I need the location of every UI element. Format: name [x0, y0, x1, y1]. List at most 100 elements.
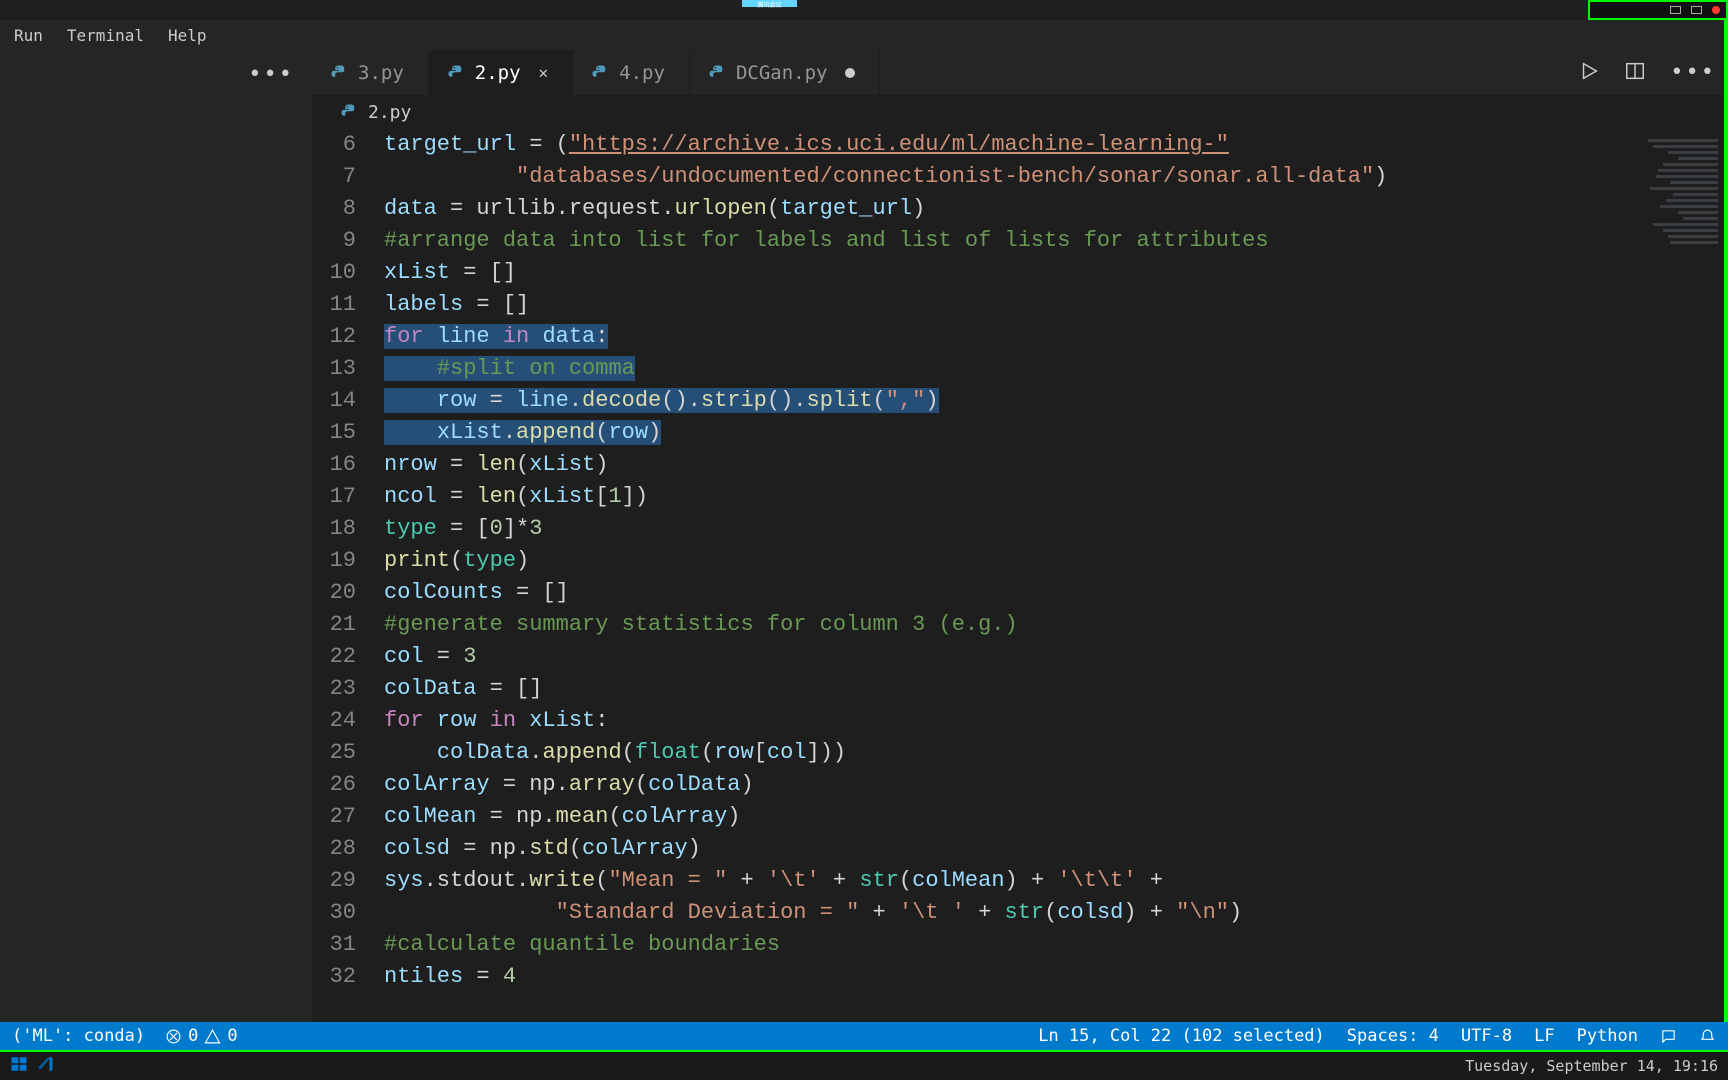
vscode-app-icon[interactable] — [36, 1055, 54, 1077]
code-line[interactable]: 9#arrange data into list for labels and … — [312, 225, 1628, 257]
sidebar-more-icon[interactable]: ••• — [248, 62, 294, 87]
code-line[interactable]: 7 "databases/undocumented/connectionist-… — [312, 161, 1628, 193]
code-line[interactable]: 8data = urllib.request.urlopen(target_ur… — [312, 193, 1628, 225]
feedback-icon[interactable] — [1660, 1028, 1677, 1045]
code-line[interactable]: 20colCounts = [] — [312, 577, 1628, 609]
code-line[interactable]: 28colsd = np.std(colArray) — [312, 833, 1628, 865]
problems-indicator[interactable]: 0 0 — [165, 1026, 238, 1046]
line-number: 27 — [312, 801, 384, 833]
menu-run[interactable]: Run — [2, 26, 55, 45]
editor-tab-dcgan[interactable]: DCGan.py — [690, 50, 881, 95]
minimize-icon[interactable] — [1670, 6, 1681, 14]
code-line[interactable]: 26colArray = np.array(colData) — [312, 769, 1628, 801]
line-number: 13 — [312, 353, 384, 385]
code-line[interactable]: 16nrow = len(xList) — [312, 449, 1628, 481]
close-icon[interactable] — [1712, 6, 1720, 14]
code-content[interactable]: data = urllib.request.urlopen(target_url… — [384, 193, 1628, 225]
code-content[interactable]: #calculate quantile boundaries — [384, 929, 1628, 961]
editor-tab-3py[interactable]: 3.py — [312, 50, 429, 95]
code-content[interactable]: row = line.decode().strip().split(",") — [384, 385, 1628, 417]
code-line[interactable]: 27colMean = np.mean(colArray) — [312, 801, 1628, 833]
code-line[interactable]: 25 colData.append(float(row[col])) — [312, 737, 1628, 769]
tab-close-icon[interactable]: ✕ — [539, 63, 549, 82]
breadcrumb[interactable]: 2.py — [312, 95, 1728, 129]
code-content[interactable]: xList.append(row) — [384, 417, 1628, 449]
code-line[interactable]: 13 #split on comma — [312, 353, 1628, 385]
breadcrumb-file: 2.py — [368, 102, 411, 123]
line-number: 25 — [312, 737, 384, 769]
line-number: 12 — [312, 321, 384, 353]
line-number: 31 — [312, 929, 384, 961]
code-line[interactable]: 12for line in data: — [312, 321, 1628, 353]
menu-terminal[interactable]: Terminal — [55, 26, 156, 45]
code-line[interactable]: 22col = 3 — [312, 641, 1628, 673]
code-line[interactable]: 10xList = [] — [312, 257, 1628, 289]
indentation[interactable]: Spaces: 4 — [1347, 1026, 1439, 1046]
code-content[interactable]: colMean = np.mean(colArray) — [384, 801, 1628, 833]
code-line[interactable]: 6target_url = ("https://archive.ics.uci.… — [312, 129, 1628, 161]
code-content[interactable]: ncol = len(xList[1]) — [384, 481, 1628, 513]
tab-label: 2.py — [475, 62, 521, 84]
line-number: 24 — [312, 705, 384, 737]
code-content[interactable]: labels = [] — [384, 289, 1628, 321]
code-content[interactable]: colData = [] — [384, 673, 1628, 705]
menu-help[interactable]: Help — [156, 26, 219, 45]
editor-tab-4py[interactable]: 4.py — [573, 50, 690, 95]
code-content[interactable]: "Standard Deviation = " + '\t ' + str(co… — [384, 897, 1628, 929]
code-line[interactable]: 14 row = line.decode().strip().split(","… — [312, 385, 1628, 417]
notifications-icon[interactable] — [1699, 1028, 1716, 1045]
code-content[interactable]: colCounts = [] — [384, 577, 1628, 609]
start-menu-icon[interactable] — [10, 1055, 28, 1077]
code-line[interactable]: 30 "Standard Deviation = " + '\t ' + str… — [312, 897, 1628, 929]
python-file-icon — [330, 64, 348, 82]
meeting-app-tab[interactable]: 腾讯会议 — [742, 0, 797, 7]
code-content[interactable]: "databases/undocumented/connectionist-be… — [384, 161, 1628, 193]
code-line[interactable]: 29sys.stdout.write("Mean = " + '\t' + st… — [312, 865, 1628, 897]
code-content[interactable]: #generate summary statistics for column … — [384, 609, 1628, 641]
os-taskbar: Tuesday, September 14, 19:16 — [0, 1050, 1728, 1080]
code-content[interactable]: for row in xList: — [384, 705, 1628, 737]
code-line[interactable]: 21#generate summary statistics for colum… — [312, 609, 1628, 641]
editor-more-icon[interactable]: ••• — [1670, 60, 1716, 85]
code-content[interactable]: print(type) — [384, 545, 1628, 577]
maximize-icon[interactable] — [1691, 6, 1702, 14]
code-content[interactable]: #arrange data into list for labels and l… — [384, 225, 1628, 257]
code-content[interactable]: type = [0]*3 — [384, 513, 1628, 545]
python-env-indicator[interactable]: ('ML': conda) — [12, 1026, 145, 1046]
python-file-icon — [340, 103, 358, 121]
code-line[interactable]: 24for row in xList: — [312, 705, 1628, 737]
code-content[interactable]: #split on comma — [384, 353, 1628, 385]
code-line[interactable]: 32ntiles = 4 — [312, 961, 1628, 993]
eol[interactable]: LF — [1534, 1026, 1554, 1046]
code-line[interactable]: 19print(type) — [312, 545, 1628, 577]
code-content[interactable]: colArray = np.array(colData) — [384, 769, 1628, 801]
code-line[interactable]: 31#calculate quantile boundaries — [312, 929, 1628, 961]
code-content[interactable]: col = 3 — [384, 641, 1628, 673]
code-content[interactable]: target_url = ("https://archive.ics.uci.e… — [384, 129, 1628, 161]
code-line[interactable]: 18type = [0]*3 — [312, 513, 1628, 545]
code-content[interactable]: colData.append(float(row[col])) — [384, 737, 1628, 769]
cursor-position[interactable]: Ln 15, Col 22 (102 selected) — [1038, 1026, 1325, 1046]
code-content[interactable]: nrow = len(xList) — [384, 449, 1628, 481]
code-line[interactable]: 11labels = [] — [312, 289, 1628, 321]
code-content[interactable]: ntiles = 4 — [384, 961, 1628, 993]
run-icon[interactable] — [1578, 60, 1600, 86]
language-mode[interactable]: Python — [1577, 1026, 1638, 1046]
code-line[interactable]: 23colData = [] — [312, 673, 1628, 705]
code-line[interactable]: 15 xList.append(row) — [312, 417, 1628, 449]
python-file-icon — [591, 64, 609, 82]
sidebar: ••• — [0, 50, 312, 1026]
code-editor[interactable]: 6target_url = ("https://archive.ics.uci.… — [312, 129, 1628, 1026]
code-content[interactable]: colsd = np.std(colArray) — [384, 833, 1628, 865]
line-number: 8 — [312, 193, 384, 225]
code-content[interactable]: xList = [] — [384, 257, 1628, 289]
system-clock[interactable]: Tuesday, September 14, 19:16 — [1465, 1057, 1718, 1075]
split-editor-icon[interactable] — [1624, 60, 1646, 86]
code-line[interactable]: 17ncol = len(xList[1]) — [312, 481, 1628, 513]
editor-tab-2py[interactable]: 2.py ✕ — [429, 50, 573, 95]
minimap[interactable] — [1628, 129, 1728, 1026]
line-number: 17 — [312, 481, 384, 513]
code-content[interactable]: for line in data: — [384, 321, 1628, 353]
code-content[interactable]: sys.stdout.write("Mean = " + '\t' + str(… — [384, 865, 1628, 897]
encoding[interactable]: UTF-8 — [1461, 1026, 1512, 1046]
